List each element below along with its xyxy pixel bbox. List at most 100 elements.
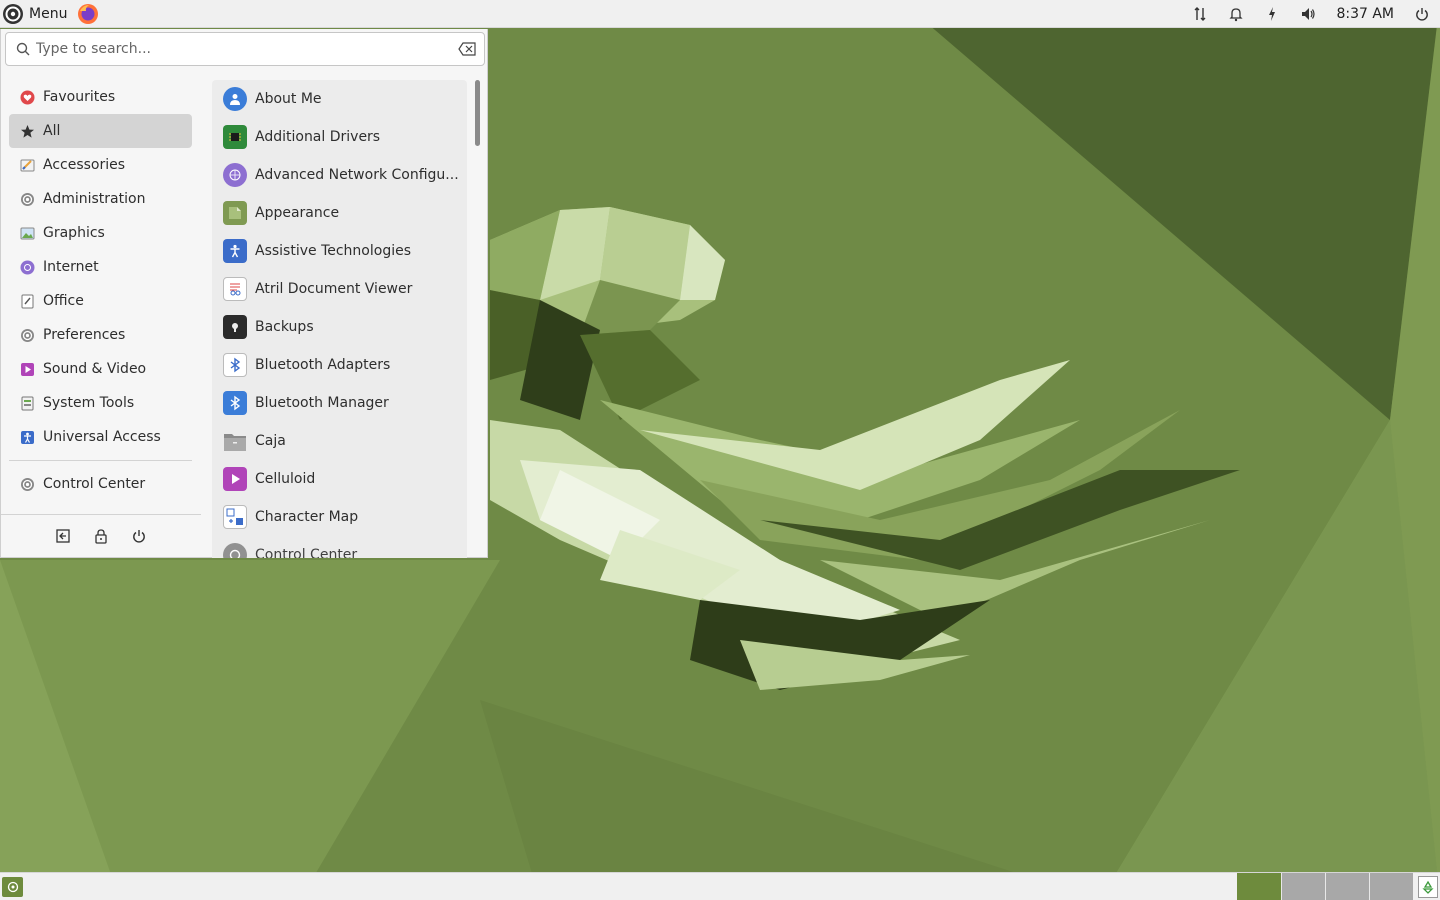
category-office[interactable]: Office <box>9 284 192 318</box>
category-administration[interactable]: Administration <box>9 182 192 216</box>
notification-bell-icon[interactable] <box>1218 0 1254 28</box>
workspace-2[interactable] <box>1281 873 1325 900</box>
category-label: Favourites <box>43 89 116 105</box>
system-tools-icon <box>19 395 35 411</box>
application-menu: Favourites All Accessories Administratio… <box>0 29 488 558</box>
preferences-icon <box>19 327 35 343</box>
app-label: Atril Document Viewer <box>255 281 413 297</box>
logout-icon[interactable] <box>53 525 73 547</box>
power-icon[interactable] <box>129 525 149 547</box>
category-list: Favourites All Accessories Administratio… <box>9 80 192 501</box>
power-status-icon[interactable] <box>1254 0 1290 28</box>
search-icon <box>16 42 30 56</box>
category-sound-video[interactable]: Sound & Video <box>9 352 192 386</box>
app-item-atril-document-viewer[interactable]: Atril Document Viewer <box>212 270 467 308</box>
search-box <box>5 32 485 66</box>
application-list: About Me Additional Drivers Advanced Net… <box>212 80 467 558</box>
app-item-caja[interactable]: Caja <box>212 422 467 460</box>
workspace-1[interactable] <box>1237 873 1281 900</box>
workspace-4[interactable] <box>1369 873 1413 900</box>
app-item-bluetooth-adapters[interactable]: Bluetooth Adapters <box>212 346 467 384</box>
app-item-advanced-network[interactable]: Advanced Network Configu... <box>212 156 467 194</box>
app-label: Bluetooth Adapters <box>255 357 391 373</box>
search-input[interactable] <box>36 41 436 57</box>
category-system-tools[interactable]: System Tools <box>9 386 192 420</box>
category-accessories[interactable]: Accessories <box>9 148 192 182</box>
firefox-icon[interactable] <box>77 3 99 25</box>
trash-icon[interactable] <box>1418 876 1438 898</box>
app-label: Control Center <box>255 547 358 558</box>
app-item-additional-drivers[interactable]: Additional Drivers <box>212 118 467 156</box>
graphics-icon <box>19 225 35 241</box>
bluetooth-icon <box>223 353 247 377</box>
category-label: Sound & Video <box>43 361 147 377</box>
document-viewer-icon <box>223 277 247 301</box>
accessibility-icon <box>223 239 247 263</box>
show-desktop-button[interactable] <box>2 877 23 897</box>
backup-safe-icon <box>223 315 247 339</box>
top-panel: Menu 8:37 AM <box>0 0 1440 28</box>
clock[interactable]: 8:37 AM <box>1326 6 1404 22</box>
lock-icon[interactable] <box>91 525 111 547</box>
app-label: Backups <box>255 319 314 335</box>
category-label: Graphics <box>43 225 105 241</box>
sound-video-icon <box>19 361 35 377</box>
category-all[interactable]: All <box>9 114 192 148</box>
category-favourites[interactable]: Favourites <box>9 80 192 114</box>
category-graphics[interactable]: Graphics <box>9 216 192 250</box>
gear-icon <box>19 191 35 207</box>
main-menu-button[interactable]: Menu <box>0 0 71 28</box>
app-label: Advanced Network Configu... <box>255 167 459 183</box>
star-icon <box>19 123 35 139</box>
category-label: Internet <box>43 259 99 275</box>
bluetooth-icon <box>223 391 247 415</box>
workspace-3[interactable] <box>1325 873 1369 900</box>
office-icon <box>19 293 35 309</box>
user-icon <box>223 87 247 111</box>
app-label: Celluloid <box>255 471 316 487</box>
show-desktop-icon <box>7 881 18 893</box>
app-list-scrollbar[interactable] <box>475 80 480 146</box>
app-label: Character Map <box>255 509 359 525</box>
mate-logo-icon <box>3 3 23 24</box>
volume-icon[interactable] <box>1290 0 1326 28</box>
app-label: Caja <box>255 433 286 449</box>
folder-icon <box>223 429 247 453</box>
accessibility-icon <box>19 429 35 445</box>
category-label: Accessories <box>43 157 126 173</box>
app-item-assistive-technologies[interactable]: Assistive Technologies <box>212 232 467 270</box>
app-item-backups[interactable]: Backups <box>212 308 467 346</box>
network-icon[interactable] <box>1182 0 1218 28</box>
shutdown-icon[interactable] <box>1404 0 1440 28</box>
app-label: About Me <box>255 91 322 107</box>
app-item-about-me[interactable]: About Me <box>212 80 467 118</box>
control-center-label: Control Center <box>43 476 146 492</box>
app-item-control-center[interactable]: Control Center <box>212 536 467 558</box>
app-item-character-map[interactable]: Character Map <box>212 498 467 536</box>
clear-search-icon[interactable] <box>458 42 476 56</box>
app-item-appearance[interactable]: Appearance <box>212 194 467 232</box>
workspace-switcher <box>1237 873 1413 900</box>
category-separator <box>9 460 192 461</box>
category-preferences[interactable]: Preferences <box>9 318 192 352</box>
category-label: Administration <box>43 191 146 207</box>
globe-icon <box>19 259 35 275</box>
app-item-bluetooth-manager[interactable]: Bluetooth Manager <box>212 384 467 422</box>
accessories-icon <box>19 157 35 173</box>
category-label: Preferences <box>43 327 126 343</box>
control-center-item[interactable]: Control Center <box>9 467 192 501</box>
category-label: Office <box>43 293 84 309</box>
app-item-celluloid[interactable]: Celluloid <box>212 460 467 498</box>
category-internet[interactable]: Internet <box>9 250 192 284</box>
app-label: Assistive Technologies <box>255 243 412 259</box>
menu-label: Menu <box>29 5 68 22</box>
character-map-icon <box>223 505 247 529</box>
chip-icon <box>223 125 247 149</box>
category-label: System Tools <box>43 395 135 411</box>
category-universal-access[interactable]: Universal Access <box>9 420 192 454</box>
app-label: Appearance <box>255 205 340 221</box>
app-label: Bluetooth Manager <box>255 395 389 411</box>
actions-separator <box>1 514 201 515</box>
session-actions <box>1 525 201 547</box>
network-globe-icon <box>223 163 247 187</box>
